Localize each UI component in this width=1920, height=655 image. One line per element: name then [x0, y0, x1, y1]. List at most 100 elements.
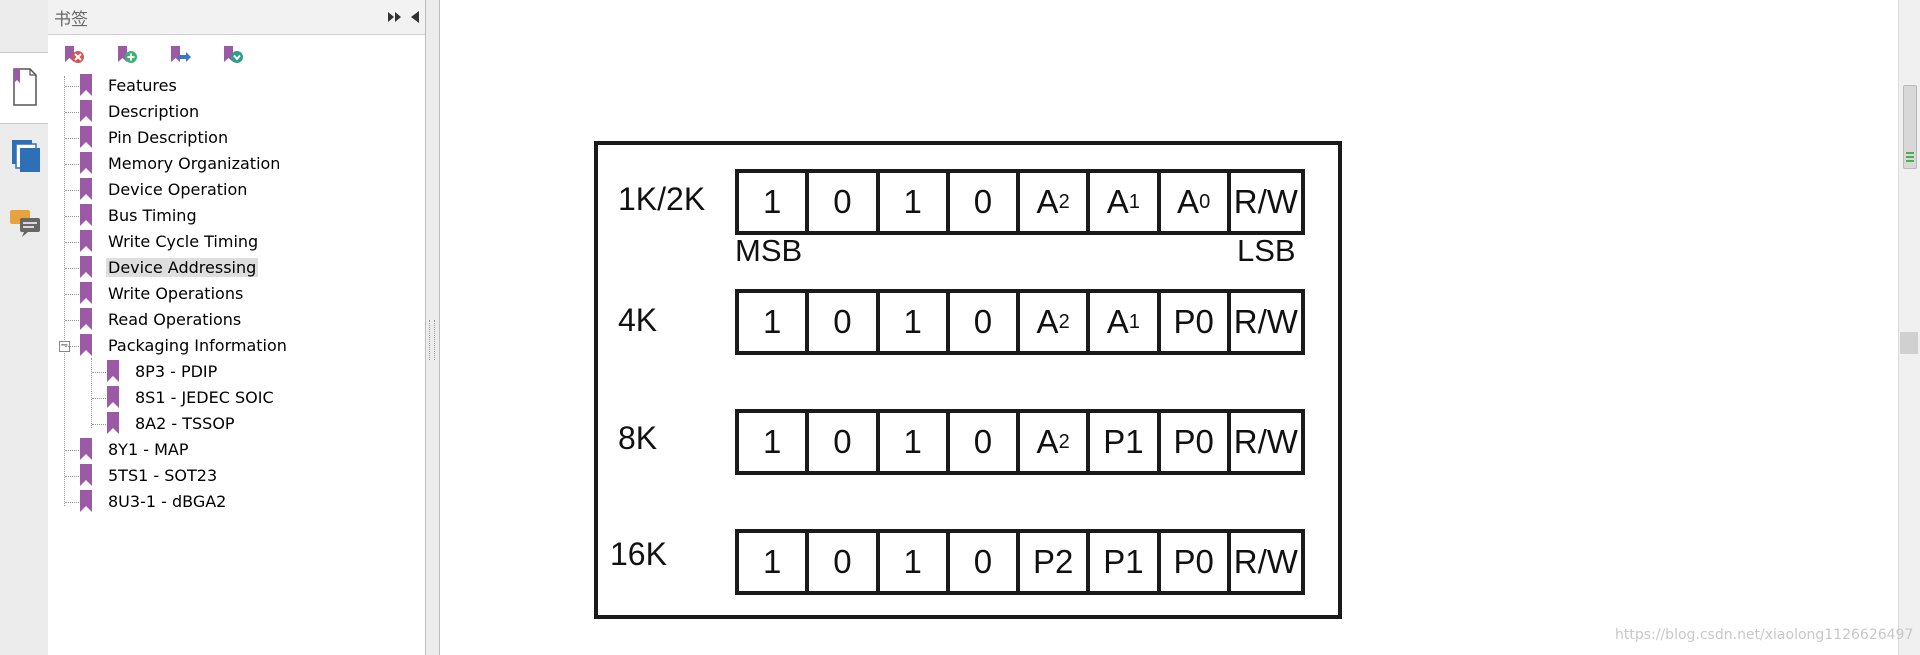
- bookmark-icon: [80, 256, 92, 278]
- tree-line: [65, 216, 79, 217]
- bit-subscript: 0: [1199, 190, 1211, 213]
- bit-subscript: 2: [1058, 190, 1070, 213]
- bit-cell: P2: [1020, 533, 1091, 591]
- density-label: 16K: [610, 536, 667, 572]
- triangle-left-icon: [411, 11, 419, 23]
- bit-text: R/W: [1233, 183, 1298, 220]
- bit-text: 0: [973, 183, 993, 220]
- bookmark-item[interactable]: Memory Organization: [48, 152, 425, 176]
- bit-text: P2: [1032, 543, 1074, 580]
- bookmark-icon: [107, 386, 119, 408]
- bookmark-item[interactable]: 8U3-1 - dBGA2: [48, 490, 425, 514]
- bookmark-icon: [80, 438, 92, 460]
- bit-cell: R/W: [1231, 413, 1301, 471]
- comments-tab[interactable]: [8, 206, 44, 240]
- bookmark-item[interactable]: Description: [48, 100, 425, 124]
- tree-line: [65, 112, 79, 113]
- delete-bookmark-button[interactable]: [62, 44, 86, 66]
- bookmark-item[interactable]: 5TS1 - SOT23: [48, 464, 425, 488]
- collapse-panel-button[interactable]: [408, 8, 422, 26]
- bookmark-toolbar: [48, 36, 425, 70]
- tree-line: [65, 138, 79, 139]
- bookmark-item[interactable]: 8A2 - TSSOP: [48, 412, 425, 436]
- panel-options-button[interactable]: [386, 8, 404, 26]
- bookmark-item[interactable]: Read Operations: [48, 308, 425, 332]
- bit-cell: 0: [809, 413, 880, 471]
- expand-bookmark-icon: [224, 46, 243, 63]
- bit-subscript: 2: [1058, 310, 1070, 333]
- move-bookmark-icon: [171, 46, 191, 62]
- add-bookmark-icon: [118, 46, 137, 63]
- bit-cell: R/W: [1231, 173, 1301, 231]
- tree-line: [65, 164, 79, 165]
- bit-cell: A1: [1090, 173, 1161, 231]
- bookmark-label: Device Addressing: [106, 258, 259, 277]
- bit-cell: R/W: [1231, 533, 1301, 591]
- bit-text: A: [1106, 183, 1129, 220]
- bit-text: A: [1036, 303, 1059, 340]
- bookmark-label: Device Operation: [108, 180, 248, 199]
- bit-text: R/W: [1233, 543, 1298, 580]
- bit-cell: 0: [950, 173, 1020, 231]
- add-bookmark-button[interactable]: [115, 44, 139, 66]
- msb-label: MSB: [735, 233, 803, 268]
- bookmark-label: Features: [108, 76, 177, 95]
- page-marker: [1900, 332, 1918, 354]
- comments-icon: [10, 210, 40, 237]
- bit-cell: A2: [1020, 173, 1091, 231]
- bookmark-item[interactable]: 8S1 - JEDEC SOIC: [48, 386, 425, 410]
- bookmark-item[interactable]: Device Addressing: [48, 256, 425, 280]
- bookmark-item[interactable]: Bus Timing: [48, 204, 425, 228]
- bit-text: 0: [973, 543, 993, 580]
- bit-text: 0: [833, 543, 852, 580]
- expand-bookmark-button[interactable]: [221, 44, 245, 66]
- bookmark-label: Write Cycle Timing: [108, 232, 259, 251]
- bookmark-item[interactable]: 8Y1 - MAP: [48, 438, 425, 462]
- bit-cell: P0: [1161, 533, 1231, 591]
- bookmark-item[interactable]: Features: [48, 74, 425, 98]
- bookmark-icon: [80, 230, 92, 252]
- bookmark-item[interactable]: Packaging Information: [48, 334, 425, 358]
- bookmark-item[interactable]: Device Operation: [48, 178, 425, 202]
- bit-subscript: 1: [1128, 190, 1140, 213]
- delete-bookmark-icon: [65, 46, 84, 63]
- splitter-grip[interactable]: [429, 320, 435, 360]
- bookmark-icon: [80, 178, 92, 200]
- panel-header: [48, 0, 425, 35]
- bit-cell: 0: [809, 293, 880, 351]
- bit-text: R/W: [1233, 423, 1298, 460]
- scrollbar-thumb[interactable]: [1903, 85, 1917, 169]
- page-icon: [13, 68, 37, 106]
- bookmark-label: Bus Timing: [108, 206, 197, 225]
- bit-text: P1: [1103, 543, 1144, 580]
- address-register: 1 0 1 0 A 2 A 1 A 0 R/W: [735, 169, 1305, 235]
- bookmark-label: 8Y1 - MAP: [108, 440, 189, 459]
- bit-text: R/W: [1233, 303, 1298, 340]
- bit-text: 0: [833, 183, 852, 220]
- move-bookmark-button[interactable]: [168, 44, 192, 66]
- bit-text: 1: [762, 543, 782, 580]
- tree-line: [65, 476, 79, 477]
- bit-cell: 1: [880, 533, 950, 591]
- bit-text: P0: [1173, 303, 1214, 340]
- bit-text: 1: [762, 423, 782, 460]
- bookmark-item[interactable]: 8P3 - PDIP: [48, 360, 425, 384]
- bit-cell: 0: [809, 173, 880, 231]
- address-register: 1 0 1 0 A 2 A 1 P0 R/W: [735, 289, 1305, 355]
- bookmark-item[interactable]: Pin Description: [48, 126, 425, 150]
- double-chevron-right-icon: [388, 12, 401, 22]
- bookmark-label: Write Operations: [108, 284, 244, 303]
- address-register: 1 0 1 0 A 2 P1 P0 R/W: [735, 409, 1305, 475]
- lsb-label: LSB: [1237, 233, 1296, 268]
- tree-line: [65, 190, 79, 191]
- pages-tab[interactable]: [10, 138, 42, 174]
- bit-text: 1: [762, 183, 782, 220]
- bit-cell: P1: [1090, 413, 1161, 471]
- tree-line: [92, 398, 106, 399]
- bookmark-item[interactable]: Write Cycle Timing: [48, 230, 425, 254]
- bookmark-item[interactable]: Write Operations: [48, 282, 425, 306]
- bookmarks-tab[interactable]: [0, 52, 48, 124]
- density-label: 1K/2K: [618, 181, 706, 217]
- bit-cell: 1: [739, 293, 810, 351]
- bookmark-icon: [80, 126, 92, 148]
